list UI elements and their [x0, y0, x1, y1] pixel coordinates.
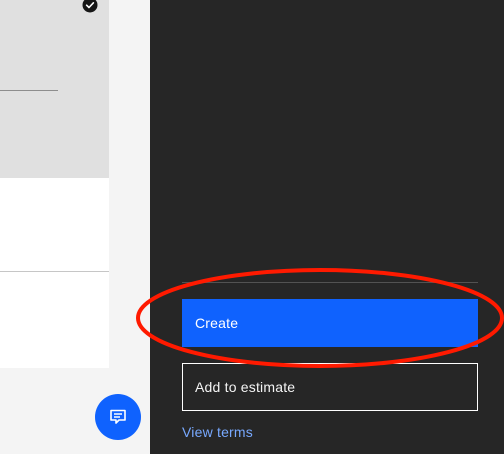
checkmark-filled-icon	[82, 0, 98, 13]
tile-divider	[0, 271, 109, 272]
chat-icon	[110, 409, 126, 424]
selected-option-tile[interactable]	[0, 0, 109, 178]
panel-divider	[182, 282, 478, 283]
page: Create Add to estimate View terms	[0, 0, 504, 454]
chat-button[interactable]	[95, 394, 141, 440]
summary-panel: Create Add to estimate View terms	[150, 0, 504, 454]
gutter	[109, 0, 150, 454]
tile-underline	[0, 90, 58, 91]
add-to-estimate-button[interactable]: Add to estimate	[182, 363, 478, 411]
create-button[interactable]: Create	[182, 299, 478, 347]
view-terms-link[interactable]: View terms	[182, 424, 253, 440]
option-tile[interactable]	[0, 178, 109, 368]
options-column	[0, 0, 109, 454]
